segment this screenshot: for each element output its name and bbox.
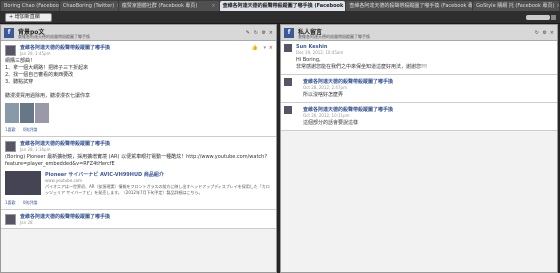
link-description: パイオニアは一世界初、AR（拡張現実）情報をフロントガラスの前方に映し出すヘッド… [45,184,270,195]
settings-icon[interactable]: ⚙ [262,30,266,36]
post: 查維各阿達天德的殺聲帶殺蹤圖了嘟手換 Jan 28, 1:16pm (Borin… [1,137,276,210]
dropdown-icon[interactable]: ▾ [263,45,266,51]
avatar[interactable] [5,45,16,56]
tab-page-active[interactable]: 查維各阿達天德的殺聲帶殺蹤圖了嘟手換 (Facebook 專頁)× [219,1,346,11]
avatar[interactable] [284,44,292,52]
close-icon[interactable]: × [209,1,215,11]
tab-community[interactable]: 瘋赞家團體社群 (Facebook 專頁) × [118,1,219,11]
tab-page-2[interactable]: 查維各阿達天德的殺聲帶殺蹤圖了嘟手換 (Facebook 專頁)× [346,1,473,11]
avatar[interactable] [284,78,292,86]
post-date[interactable]: Jan 28 [20,220,272,225]
post-author[interactable]: 查維各阿達天德的殺聲帶殺蹤圖了嘟手換 [20,44,272,51]
post-text: 網購三部曲！ 1、拿一個大網路！把牌子三下折起來 2、找一個自己審看的東西要改 … [5,58,91,99]
tab-boring-chao-facebook[interactable]: Boring Chao (Facebook)× [1,1,59,11]
post-author[interactable]: 查維各阿達天德的殺聲帶殺蹤圖了嘟手換 [20,213,272,220]
compose-icon[interactable]: ✎ [246,30,250,36]
column-width-slider[interactable] [526,15,550,20]
message-text: 所以沒啥好怎麼弄 [303,92,344,98]
like-icon[interactable]: 👍 [252,45,258,51]
post-date[interactable]: Jan 29, 1:45pm [20,51,272,56]
column-header: f 私人留言 查維各阿達天德的殺聲帶殺蹤圖了嘟手換 ↻ ⚙ × [281,25,557,41]
link-title[interactable]: Pioneer サイバーナビ AVIC-VH99HUD 商品紹介 [5,171,272,178]
like-count[interactable]: 1喜歡 [5,127,16,132]
post: 查維各阿達天德的殺聲帶殺蹤圖了嘟手換 Jan 28 [1,210,276,229]
video-thumbnail[interactable] [5,171,41,195]
refresh-icon[interactable]: ↻ [254,30,258,36]
avatar[interactable] [5,214,16,225]
message-date: Dec 19, 2012, 10:45am [296,50,344,55]
column-header: f 背景po文 查維各阿達天德的殺聲帶殺蹤圖了嘟手換 ✎ ↻ ⚙ × [1,25,276,41]
post-author[interactable]: 查維各阿達天德的殺聲帶殺蹤圖了嘟手換 [20,140,272,147]
close-column-icon[interactable]: × [550,30,554,36]
tab-gostyle[interactable]: GoStyle 購網 托 (Facebook 專頁) × [473,1,559,11]
column-subtitle: 查維各阿達天德的殺聲帶殺蹤圖了嘟手換 [298,34,370,39]
post-image[interactable] [5,103,272,123]
add-column-button[interactable]: + 增加新直欄 [5,13,52,22]
column-private-messages: f 私人留言 查維各阿達天德的殺聲帶殺蹤圖了嘟手換 ↻ ⚙ × Sun Kesh… [280,24,558,273]
message-date: Oct 26, 2012, 10:11pm [303,113,350,118]
column-background-posts: f 背景po文 查維各阿達天德的殺聲帶殺蹤圖了嘟手換 ✎ ↻ ⚙ × 查維各阿達… [0,24,277,273]
message-author[interactable]: 查維各阿達天德的殺聲帶殺蹤圖了嘟手換 [303,106,553,113]
delete-icon[interactable]: × [269,45,273,51]
message-author[interactable]: 查維各阿達天德的殺聲帶殺蹤圖了嘟手換 [303,78,553,85]
message-text: Hi Boring, 非常感謝您能在我們之中來保坐知道這麼好用法，謝謝您!!! [296,57,428,70]
message-text: 這個部分的話會要說這樣 [303,120,359,126]
column-subtitle: 查維各阿達天德的殺聲帶殺蹤圖了嘟手換 [18,34,90,39]
tab-chaoboring-twitter[interactable]: ChaoBoring (Twitter)× [59,1,118,11]
facebook-icon: f [284,28,294,38]
toolbar: + 增加新直欄 [0,11,560,24]
settings-icon[interactable]: ⚙ [543,30,547,36]
close-icon[interactable]: × [554,1,559,11]
post: 查維各阿達天德的殺聲帶殺蹤圖了嘟手換 Jan 29, 1:45pm 👍 ▾ × … [1,41,276,137]
post-text: (Boring) Pioneer 最新擴射鏡，採用擴增實境 (AR) 以便駕車眼… [5,154,267,167]
message-reply[interactable]: 查維各阿達天德的殺聲帶殺蹤圖了嘟手換 Oct 28, 2012, 2:47pm … [281,75,557,103]
slider-handle[interactable] [551,15,556,20]
facebook-icon: f [4,28,14,38]
message-reply[interactable]: 查維各阿達天德的殺聲帶殺蹤圖了嘟手換 Oct 26, 2012, 10:11pm… [281,103,557,131]
message-date: Oct 28, 2012, 2:47pm [303,85,347,90]
comment-count[interactable]: 0則評論 [23,200,38,205]
comment-count[interactable]: 0則評論 [23,127,38,132]
avatar[interactable] [284,106,292,114]
post-date[interactable]: Jan 28, 1:16pm [20,147,272,152]
message-thread[interactable]: Sun Keshin Dec 19, 2012, 10:45am Hi Bori… [281,41,557,75]
close-icon[interactable]: × [114,1,118,11]
link-preview[interactable]: Pioneer サイバーナビ AVIC-VH99HUD 商品紹介 www.you… [5,171,272,196]
close-column-icon[interactable]: × [269,30,273,36]
tab-bar: Boring Chao (Facebook)× ChaoBoring (Twit… [0,0,560,11]
avatar[interactable] [5,141,16,152]
like-count[interactable]: 1喜歡 [5,200,16,205]
refresh-icon[interactable]: ↻ [535,30,539,36]
